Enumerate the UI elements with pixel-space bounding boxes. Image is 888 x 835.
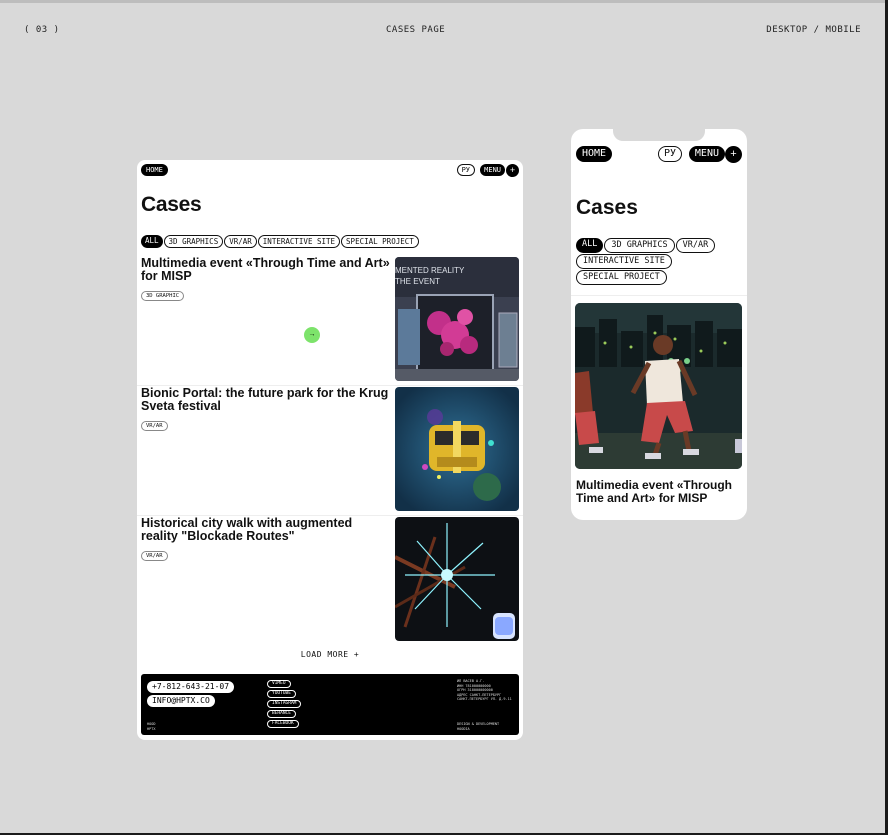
divider [571, 295, 747, 296]
page-title: Cases [576, 196, 638, 219]
filter-vr-ar[interactable]: VR/AR [675, 238, 716, 253]
case-tag: VR/AR [141, 421, 168, 431]
filter-all[interactable]: ALL [141, 235, 163, 248]
language-button[interactable]: РУ [657, 146, 682, 162]
case-image[interactable] [395, 517, 519, 641]
social-vimeo[interactable]: VIMEO [267, 680, 291, 688]
case-image[interactable] [575, 303, 742, 469]
presentation-header: ( 03 ) CASES PAGE DESKTOP / MOBILE [0, 0, 888, 60]
page-label: CASES PAGE [386, 25, 446, 35]
desktop-frame: HOME РУ MENU + Cases ALL 3D GRAPHICS VR/… [137, 160, 523, 740]
footer: +7-812-643-21-07 INFO@HPTX.CO VIMEO YOUT… [141, 674, 519, 735]
desktop-nav: HOME РУ MENU + [141, 164, 519, 178]
plus-icon[interactable]: + [506, 164, 519, 177]
case-image-text: MENTED REALITY [395, 266, 465, 275]
plus-icon[interactable]: + [725, 146, 742, 163]
case-tag: VR/AR [141, 551, 168, 561]
filter-bar: ALL 3D GRAPHICS VR/AR INTERACTIVE SITE S… [141, 235, 419, 248]
filter-interactive-site[interactable]: INTERACTIVE SITE [576, 254, 672, 269]
case-image[interactable]: MENTED REALITY THE EVENT [395, 257, 519, 381]
social-facebook[interactable]: FACEBOOK [267, 720, 299, 728]
phone-notch [613, 129, 705, 141]
case-card[interactable]: Bionic Portal: the future park for the K… [137, 387, 523, 515]
case-card[interactable]: Multimedia event «Through Time and Art» … [137, 257, 523, 385]
filter-special-project[interactable]: SPECIAL PROJECT [576, 270, 667, 285]
case-title[interactable]: Bionic Portal: the future park for the K… [141, 387, 391, 413]
social-behance[interactable]: BEHANCE [267, 710, 296, 718]
page-number: ( 03 ) [24, 25, 60, 35]
case-image[interactable] [395, 387, 519, 511]
case-title[interactable]: Historical city walk with augmented real… [141, 517, 391, 543]
social-youtube[interactable]: YOUTUBE [267, 690, 296, 698]
menu-button[interactable]: MENU [480, 164, 505, 176]
case-tag: 3D GRAPHIC [141, 291, 185, 301]
case-title[interactable]: Multimedia event «Through Time and Art» … [141, 257, 391, 283]
menu-button[interactable]: MENU [688, 146, 725, 162]
filter-3d-graphics[interactable]: 3D GRAPHICS [163, 235, 224, 248]
filter-all[interactable]: ALL [576, 238, 604, 253]
case-card[interactable]: Historical city walk with augmented real… [137, 517, 523, 645]
filter-vr-ar[interactable]: VR/AR [224, 235, 257, 248]
social-instagram[interactable]: INSTAGRAM [267, 700, 302, 708]
filter-3d-graphics[interactable]: 3D GRAPHICS [604, 238, 675, 253]
filter-interactive-site[interactable]: INTERACTIVE SITE [257, 235, 341, 248]
filter-special-project[interactable]: SPECIAL PROJECT [341, 235, 419, 248]
load-more-button[interactable]: LOAD MORE + [137, 650, 523, 659]
footer-left-note: HOOD HPTX [147, 722, 156, 731]
mobile-frame: HOME РУ MENU + Cases ALL 3D GRAPHICS VR/… [571, 129, 747, 520]
footer-legal-info: ИП ВАСЕВ А.Г. ИНН 781000000000 ОГРН 3180… [457, 679, 512, 701]
email-link[interactable]: INFO@HPTX.CO [147, 695, 215, 707]
arrow-right-icon: → [304, 327, 320, 343]
language-button[interactable]: РУ [456, 164, 475, 176]
page-title: Cases [141, 193, 202, 216]
filter-bar: ALL 3D GRAPHICS VR/AR INTERACTIVE SITE S… [576, 238, 744, 285]
phone-link[interactable]: +7-812-643-21-07 [147, 681, 235, 693]
case-image-text: THE EVENT [395, 277, 440, 286]
home-button[interactable]: HOME [576, 146, 613, 162]
footer-credits: DESIGN & DEVELOPMENT HOODIA [457, 722, 500, 731]
case-title[interactable]: Multimedia event «Through Time and Art» … [576, 479, 742, 505]
home-button[interactable]: HOME [141, 164, 168, 176]
mode-label: DESKTOP / MOBILE [766, 25, 861, 35]
